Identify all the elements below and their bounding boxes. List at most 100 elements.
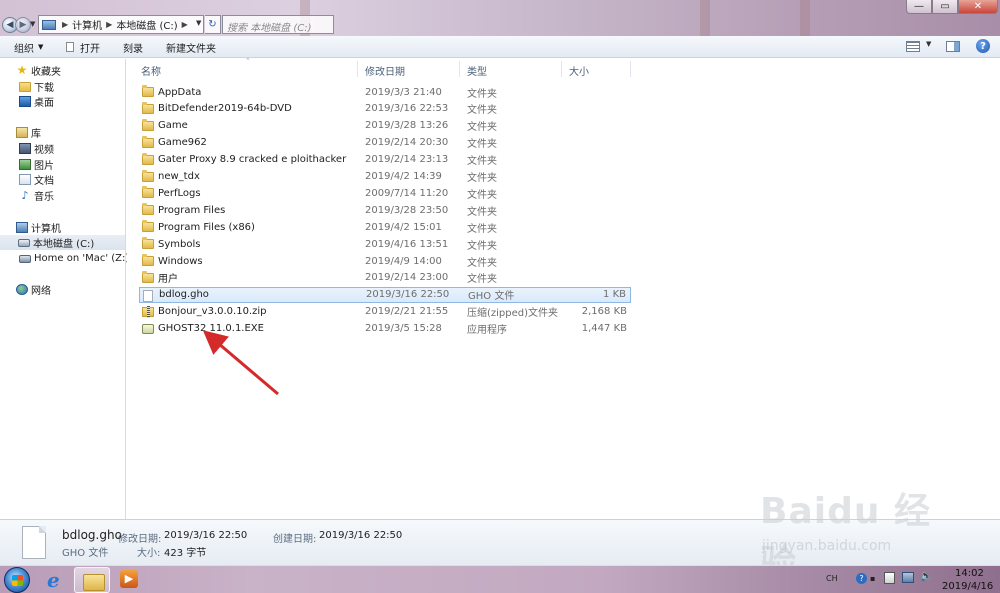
column-header-type[interactable]: 类型 (467, 63, 487, 78)
table-row[interactable]: BitDefender2019-64b-DVD 2019/3/16 22:53 文件… (139, 101, 631, 117)
file-name: Symbols (158, 238, 201, 250)
downloads-folder-icon (19, 81, 31, 92)
view-options-dropdown[interactable]: ▼ (926, 40, 931, 48)
table-row[interactable]: Gater Proxy 8.9 cracked e ploithacker 201… (139, 152, 631, 168)
volume-icon[interactable]: 🔈 (920, 571, 932, 582)
nav-item-libraries[interactable]: 库 (16, 125, 41, 140)
file-type: 文件夹 (467, 139, 497, 151)
window-title-bar: — ▭ ✕ ◀ ▶ ▼ ▶ 计算机 ▶ 本地磁盘 (C:) ▶ ▼ ↻ 搜索 本… (0, 0, 1000, 36)
arrow-right-icon: ▶ (19, 20, 27, 30)
clock-time[interactable]: 14:02 (955, 568, 984, 579)
change-view-icon[interactable] (906, 41, 920, 52)
search-input[interactable]: 搜索 本地磁盘 (C:) (222, 15, 334, 34)
keyboard-icon[interactable]: ▪ (870, 574, 875, 583)
table-row[interactable]: Game962 2019/2/14 20:30 文件夹 (139, 135, 631, 151)
documents-icon (19, 174, 31, 185)
table-row[interactable]: AppData 2019/3/3 21:40 文件夹 (139, 84, 631, 100)
file-name: bdlog.gho (159, 289, 209, 301)
media-player-icon[interactable] (112, 567, 148, 593)
file-date: 2019/2/14 23:00 (365, 272, 449, 284)
breadcrumb-separator[interactable]: ▶ (62, 20, 68, 29)
preview-pane-icon[interactable] (946, 41, 960, 52)
open-button[interactable]: 打开 (66, 36, 100, 58)
breadcrumb-computer[interactable]: 计算机 (72, 17, 102, 32)
organize-button[interactable]: 组织 ▼ (14, 36, 43, 58)
nav-item-pictures[interactable]: 图片 (19, 157, 54, 172)
chevron-down-icon: ▼ (38, 43, 44, 51)
address-bar[interactable]: ▶ 计算机 ▶ 本地磁盘 (C:) ▶ (38, 15, 204, 34)
table-row[interactable]: PerfLogs 2009/7/14 11:20 文件夹 (139, 185, 631, 201)
file-date: 2019/4/9 14:00 (365, 255, 442, 267)
exe-icon (142, 323, 154, 334)
nav-item-videos[interactable]: 视频 (19, 141, 54, 156)
modified-date-label: 修改日期: (118, 534, 162, 545)
recent-pages-dropdown[interactable]: ▼ (30, 20, 35, 28)
table-row[interactable]: Windows 2019/4/9 14:00 文件夹 (139, 253, 631, 269)
background-decoration (800, 0, 810, 36)
language-indicator[interactable]: CH (826, 574, 838, 583)
refresh-button[interactable]: ↻ (205, 15, 221, 34)
created-date-label: 创建日期: (273, 534, 317, 545)
internet-explorer-icon[interactable] (36, 567, 72, 593)
file-name: Game962 (158, 137, 207, 149)
table-row[interactable]: Program Files (x86) 2019/4/2 15:01 文件夹 (139, 219, 631, 235)
column-header-size[interactable]: 大小 (569, 63, 589, 78)
address-history-dropdown[interactable]: ▼ (196, 19, 201, 27)
breadcrumb-local-disk[interactable]: 本地磁盘 (C:) (116, 17, 177, 32)
nav-item-music[interactable]: ♪ 音乐 (19, 188, 54, 203)
video-icon (19, 143, 31, 154)
folder-icon (142, 101, 154, 114)
column-divider[interactable] (459, 61, 460, 77)
minimize-button[interactable]: — (906, 0, 932, 14)
nav-item-mac-drive[interactable]: Home on 'Mac' (Z:) (19, 251, 129, 266)
breadcrumb-separator[interactable]: ▶ (106, 20, 112, 29)
folder-icon (142, 237, 154, 250)
nav-item-label: 视频 (34, 145, 54, 156)
nav-item-documents[interactable]: 文档 (19, 172, 54, 187)
new-folder-button[interactable]: 新建文件夹 (166, 36, 216, 58)
file-type: 应用程序 (467, 325, 507, 337)
background-decoration (700, 0, 710, 36)
file-size: 1 KB (603, 289, 626, 301)
pictures-icon (19, 159, 31, 170)
nav-item-downloads[interactable]: 下载 (19, 79, 54, 94)
file-type: 文件夹 (467, 240, 497, 252)
nav-item-network[interactable]: 网络 (16, 282, 51, 297)
table-row[interactable]: Symbols 2019/4/16 13:51 文件夹 (139, 236, 631, 252)
column-divider[interactable] (630, 61, 631, 77)
table-row[interactable]: Game 2019/3/28 13:26 文件夹 (139, 118, 631, 134)
file-name: BitDefender2019-64b-DVD (158, 103, 292, 115)
clock-date[interactable]: 2019/4/16 (942, 581, 993, 592)
column-header-name[interactable]: 名称 (141, 63, 161, 78)
forward-button[interactable]: ▶ (15, 17, 31, 33)
burn-button[interactable]: 刻录 (123, 36, 143, 58)
created-date-value: 2019/3/16 22:50 (319, 530, 403, 541)
table-row[interactable]: GHOST32 11.0.1.EXE 2019/3/5 15:28 应用程序 1,44… (139, 321, 631, 337)
column-divider[interactable] (357, 61, 358, 77)
nav-item-computer[interactable]: 计算机 (16, 220, 61, 235)
table-row[interactable]: bdlog.gho 2019/3/16 22:50 GHO 文件 1 KB (139, 286, 631, 303)
breadcrumb-separator[interactable]: ▶ (182, 20, 188, 29)
folder-icon (142, 254, 154, 266)
table-row[interactable]: Bonjour_v3.0.0.10.zip 2019/2/21 21:55 压缩(z… (139, 304, 631, 320)
windows-explorer-icon[interactable] (74, 567, 110, 593)
network-drive-icon (19, 254, 31, 263)
table-row[interactable]: 用户 2019/2/14 23:00 文件夹 (139, 270, 631, 286)
nav-item-desktop[interactable]: 桌面 (19, 94, 54, 109)
column-header-date[interactable]: 修改日期 (365, 63, 405, 78)
nav-item-local-disk[interactable]: 本地磁盘 (C:) (0, 235, 125, 250)
action-center-flag-icon[interactable] (884, 572, 895, 584)
column-divider[interactable] (561, 61, 562, 77)
table-row[interactable]: Program Files 2019/3/28 23:50 文件夹 (139, 202, 631, 218)
network-status-icon[interactable] (902, 572, 914, 583)
help-icon[interactable]: ? (976, 39, 990, 53)
folder-icon (142, 169, 154, 182)
help-icon[interactable]: ? (856, 573, 867, 584)
close-button[interactable]: ✕ (958, 0, 998, 14)
start-button[interactable] (4, 567, 30, 593)
nav-item-favorites[interactable]: ★ 收藏夹 (16, 63, 61, 78)
table-row[interactable]: new_tdx 2019/4/2 14:39 文件夹 (139, 169, 631, 185)
file-type: 文件夹 (467, 105, 497, 117)
open-label: 打开 (80, 43, 100, 55)
maximize-button[interactable]: ▭ (932, 0, 958, 14)
